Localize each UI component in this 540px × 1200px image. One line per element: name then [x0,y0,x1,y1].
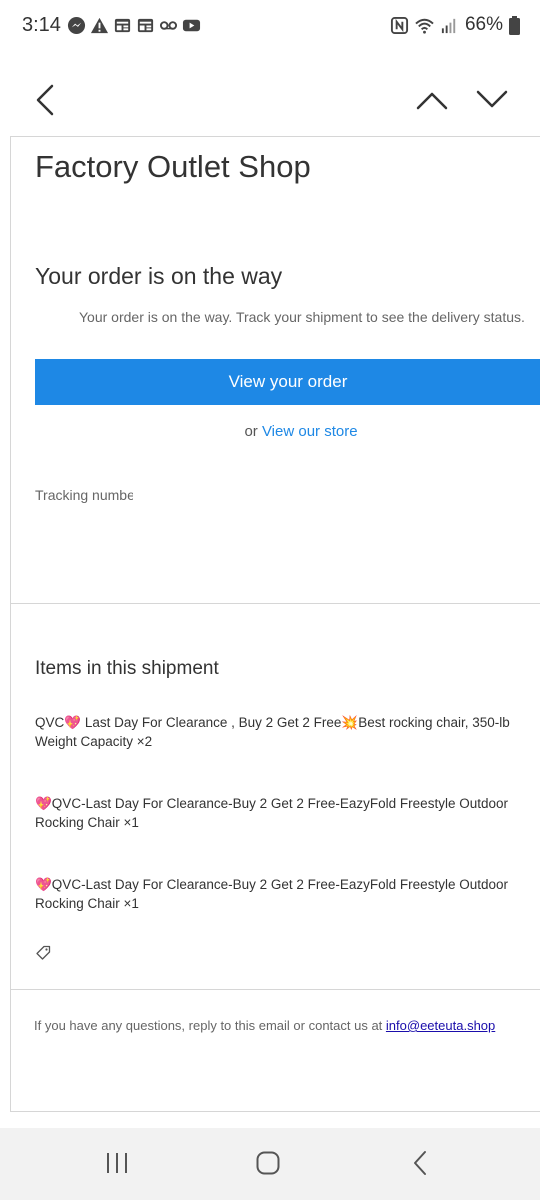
youtube-icon [182,19,201,32]
chevron-left-icon[interactable] [28,82,64,118]
nfc-icon [390,16,409,34]
or-text: or [244,423,262,440]
notification-icons [67,16,201,35]
shipment-item: QVC💖 Last Day For Clearance , Buy 2 Get … [35,715,510,749]
view-store-link[interactable]: View our store [262,423,358,440]
order-heading: Your order is on the way [35,263,283,289]
battery-icon [509,15,520,35]
home-icon[interactable] [255,1150,281,1176]
news-icon [137,18,154,33]
view-order-button[interactable]: View your order [35,359,540,405]
items-heading: Items in this shipment [35,658,219,679]
battery-percentage: 66% [464,14,503,35]
shipment-item: 💖QVC-Last Day For Clearance-Buy 2 Get 2 … [35,796,508,830]
shipment-item: 💖QVC-Last Day For Clearance-Buy 2 Get 2 … [35,877,508,911]
warning-icon [90,17,109,34]
footer-text: If you have any questions, reply to this… [34,1018,495,1033]
news-icon [114,18,131,33]
email-body: Factory Outlet Shop Your order is on the… [10,136,540,1112]
chevron-up-icon[interactable] [414,86,450,114]
back-icon[interactable] [408,1150,434,1176]
contact-email-link[interactable]: info@eeteuta.shop [386,1018,495,1033]
divider [11,989,540,990]
order-subtext: Your order is on the way. Track your shi… [79,309,525,325]
recents-icon[interactable] [104,1150,130,1176]
shop-name: Factory Outlet Shop [35,149,311,184]
system-status: 66% [390,14,520,36]
status-bar: 3:14 66% [0,0,540,52]
system-navigation-bar [0,1128,540,1200]
chevron-down-icon[interactable] [474,86,510,114]
tracking-label: Tracking number [35,487,133,503]
view-store-line: or View our store [11,423,540,440]
tag-icon [36,945,51,960]
voicemail-icon [159,21,178,30]
status-time: 3:14 [22,14,61,36]
messenger-icon [67,16,86,35]
email-toolbar [0,52,540,136]
wifi-icon [415,18,434,34]
footer-message: If you have any questions, reply to this… [34,1018,386,1033]
divider [11,603,540,604]
signal-icon [441,18,456,33]
